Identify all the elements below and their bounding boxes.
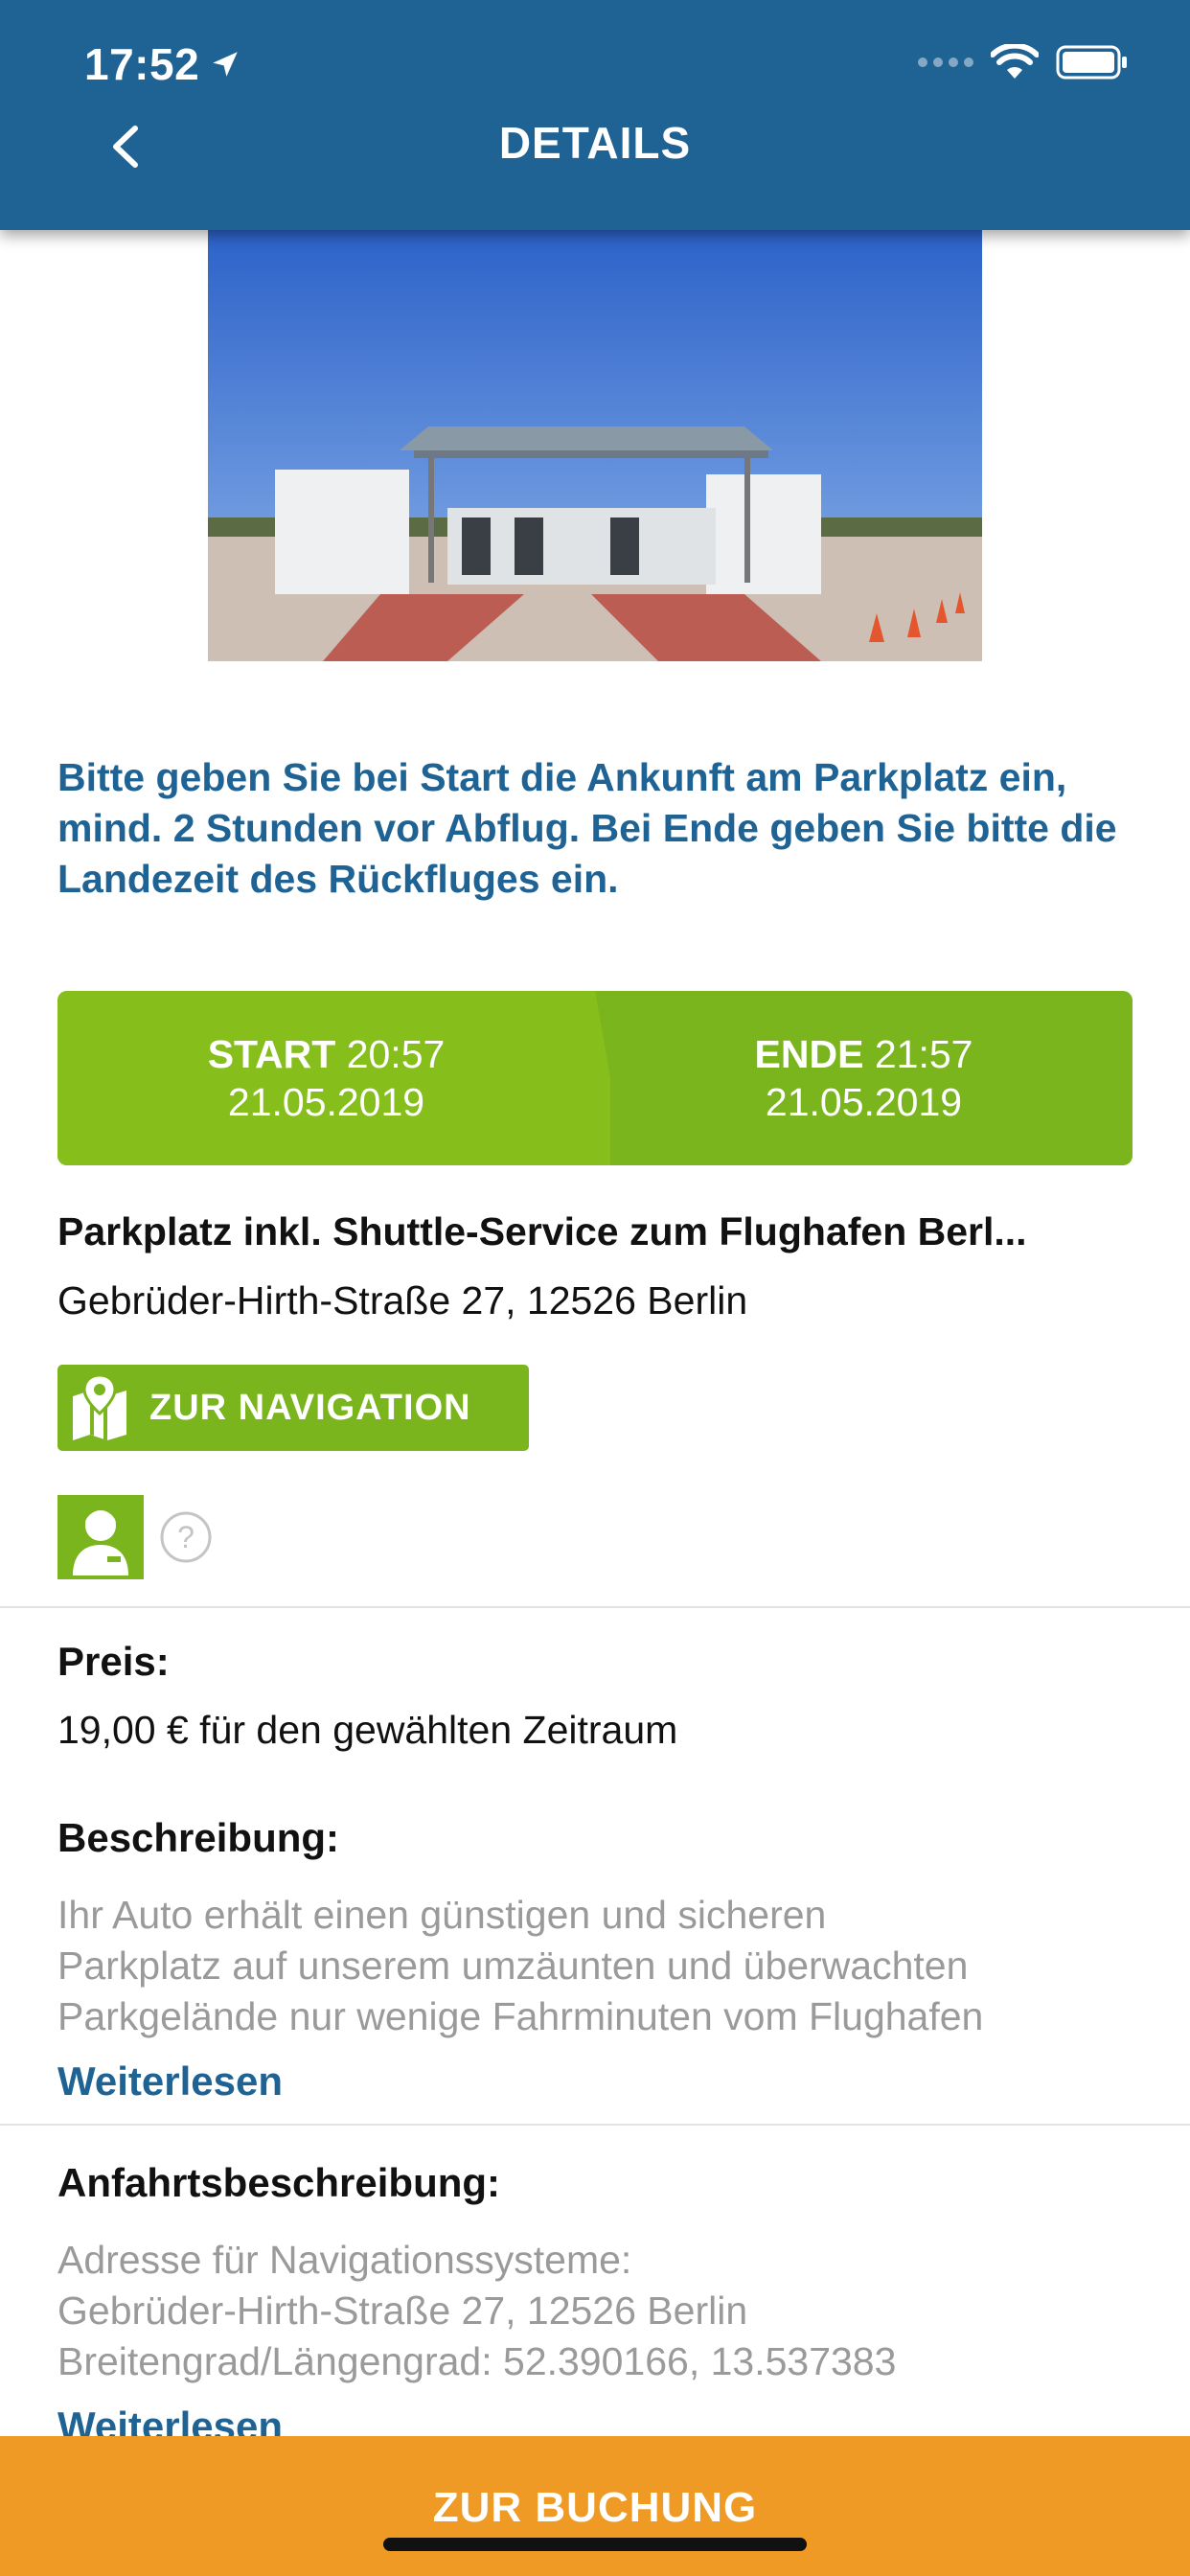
status-time-group: 17:52: [84, 38, 241, 90]
description-label: Beschreibung:: [57, 1815, 340, 1860]
page-title: DETAILS: [498, 118, 692, 168]
signal-icon: [918, 58, 973, 67]
wifi-icon: [991, 44, 1039, 79]
place-name: Parkplatz inkl. Shuttle-Service zum Flug…: [57, 1209, 1027, 1254]
directions-label: Anfahrtsbeschreibung:: [57, 2160, 501, 2205]
start-row: START 20:57: [208, 1030, 446, 1078]
navigation-button[interactable]: ZUR NAVIGATION: [57, 1365, 529, 1451]
end-time: 21:57: [874, 1032, 973, 1076]
end-date: 21.05.2019: [765, 1080, 963, 1124]
directions-line: Breitengrad/Längengrad: 52.390166, 13.53…: [57, 2339, 897, 2383]
price-label: Preis:: [57, 1639, 170, 1684]
status-indicators: [918, 44, 1129, 80]
service-person-icon: [57, 1495, 144, 1579]
svg-text:?: ?: [177, 1520, 195, 1554]
navigation-label: ZUR NAVIGATION: [149, 1387, 471, 1428]
time-selector: START 20:57 21.05.2019 ENDE 21:57 21.05.…: [57, 991, 1133, 1165]
home-indicator: [383, 2538, 807, 2551]
app-header: 17:52 DETAILS: [0, 0, 1190, 230]
divider: [0, 1606, 1190, 1608]
place-address: Gebrüder-Hirth-Straße 27, 12526 Berlin: [57, 1278, 748, 1322]
description-line: Ihr Auto erhält einen günstigen und sich…: [57, 1893, 827, 1937]
location-arrow-icon: [213, 52, 238, 77]
description-line: Parkgelände nur wenige Fahrminuten vom F…: [57, 1994, 984, 2038]
start-time-button[interactable]: START 20:57 21.05.2019: [57, 991, 610, 1165]
parking-photo: [208, 230, 982, 661]
end-time-button[interactable]: ENDE 21:57 21.05.2019: [595, 991, 1133, 1165]
start-date: 21.05.2019: [227, 1080, 425, 1124]
help-icon[interactable]: ?: [159, 1510, 213, 1564]
directions-line: Adresse für Navigationssysteme:: [57, 2238, 632, 2282]
status-time: 17:52: [84, 39, 200, 89]
directions-line: Gebrüder-Hirth-Straße 27, 12526 Berlin: [57, 2288, 748, 2333]
map-pin-icon: [73, 1373, 126, 1440]
start-label: START: [207, 1032, 347, 1076]
price-text: 19,00 € für den gewählten Zeitraum: [57, 1708, 678, 1752]
directions-text: Adresse für Navigationssysteme: Gebrüder…: [57, 2235, 1159, 2387]
description-text: Ihr Auto erhält einen günstigen und sich…: [57, 1890, 1159, 2042]
booking-button[interactable]: ZUR BUCHUNG: [0, 2436, 1190, 2576]
end-label: ENDE: [754, 1032, 875, 1076]
booking-label: ZUR BUCHUNG: [432, 2484, 758, 2531]
description-read-more-link[interactable]: Weiterlesen: [57, 2058, 283, 2104]
divider: [0, 2124, 1190, 2126]
battery-icon: [1056, 45, 1127, 80]
info-notice: Bitte geben Sie bei Start die Ankunft am…: [57, 755, 1117, 901]
start-time: 20:57: [346, 1032, 446, 1076]
end-row: ENDE 21:57: [755, 1030, 973, 1078]
description-line: Parkplatz auf unserem umzäunten und über…: [57, 1944, 969, 1988]
